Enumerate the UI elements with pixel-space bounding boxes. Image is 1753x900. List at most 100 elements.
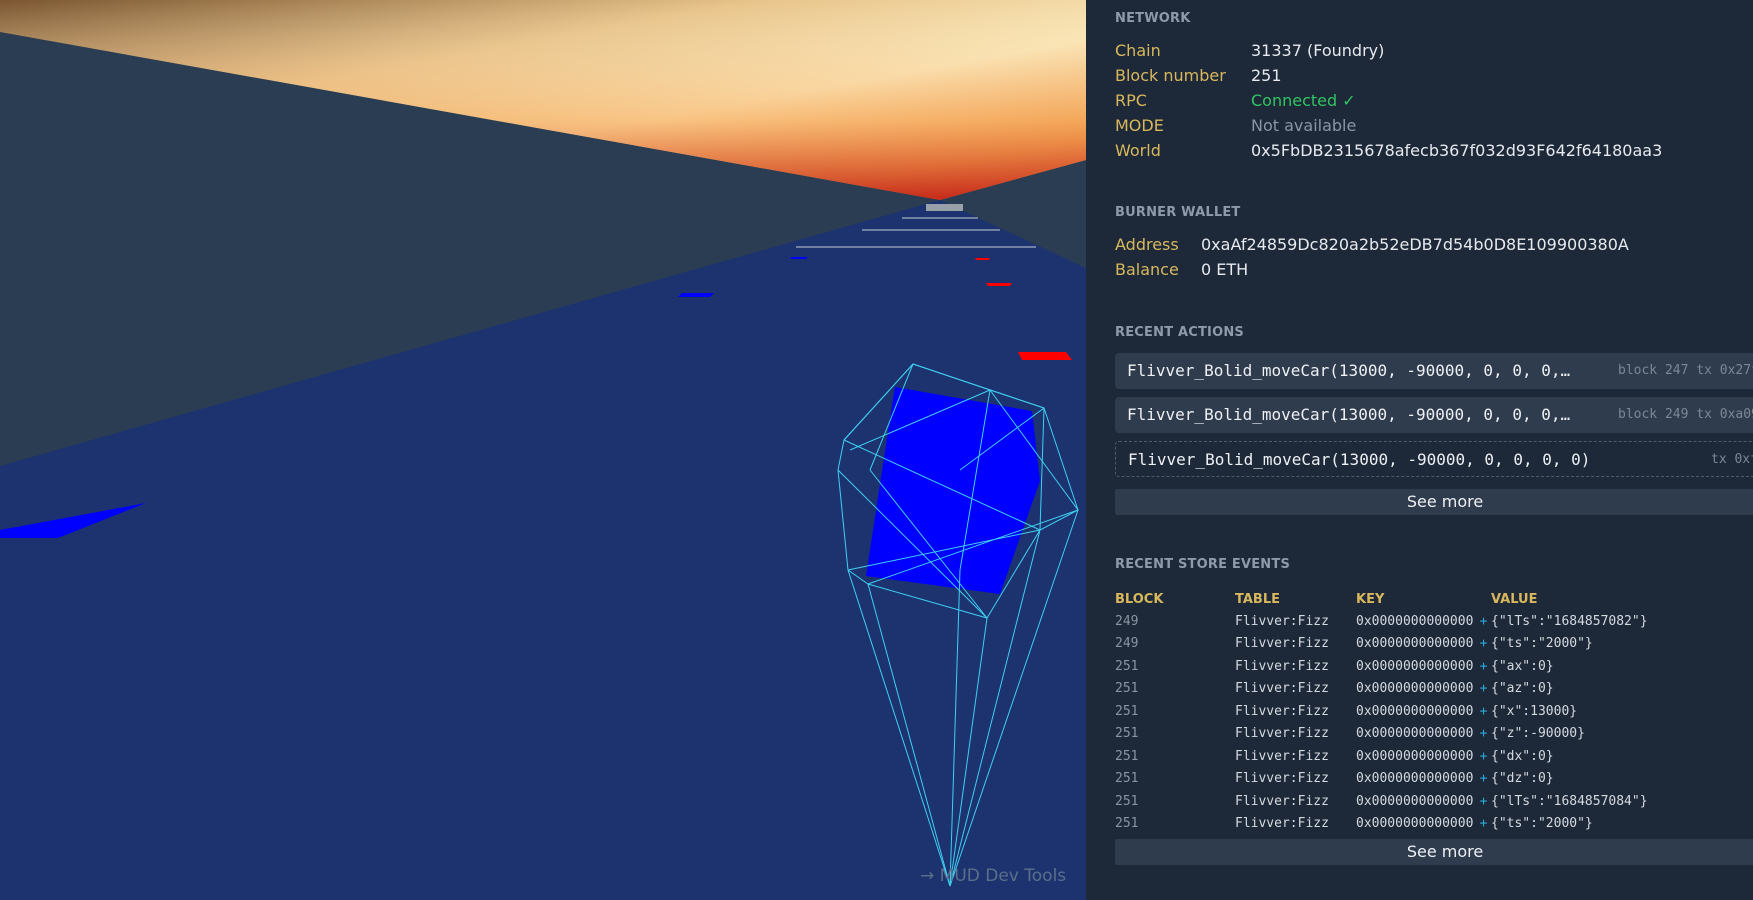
event-table: Flivver:Fizz: [1235, 681, 1329, 697]
event-row: 251 Flivver:Fizz 0x0000000000000 + {"az":0}: [1115, 678, 1735, 701]
road-tile-blue: [678, 293, 714, 297]
event-op: +: [1479, 613, 1488, 629]
event-value: {"az":0}: [1491, 681, 1554, 697]
event-op: +: [1479, 771, 1488, 787]
event-row: 251 Flivver:Fizz 0x0000000000000 + {"dx":0}: [1115, 745, 1735, 768]
event-block: 251: [1115, 726, 1139, 742]
col-key: KEY: [1356, 591, 1385, 607]
wallet-address-value: 0xaAf24859Dc820a2b52eDB7d54b0D8E10990038…: [1201, 235, 1629, 254]
network-labels: Chain Block number RPC MODE World: [1115, 38, 1226, 163]
event-value: {"ts":"2000"}: [1491, 816, 1593, 832]
event-table: Flivver:Fizz: [1235, 793, 1329, 809]
dev-tools-panel: NETWORK Chain Block number RPC MODE Worl…: [1086, 0, 1753, 900]
wallet-balance-value: 0 ETH: [1201, 260, 1249, 279]
event-op: +: [1479, 658, 1488, 674]
event-table: Flivver:Fizz: [1235, 658, 1329, 674]
event-block: 251: [1115, 816, 1139, 832]
wallet-labels: Address Balance: [1115, 232, 1179, 282]
event-table: Flivver:Fizz: [1235, 726, 1329, 742]
col-value: VALUE: [1491, 591, 1538, 607]
actions-see-more-button[interactable]: See more: [1115, 489, 1753, 515]
road-tile-blue: [790, 257, 808, 259]
event-table: Flivver:Fizz: [1235, 613, 1329, 629]
event-block: 251: [1115, 748, 1139, 764]
event-row: 251 Flivver:Fizz 0x0000000000000 + {"lTs":"1…: [1115, 790, 1735, 813]
action-item[interactable]: Flivver_Bolid_moveCar(13000, -90000, 0, …: [1115, 397, 1753, 433]
actions-heading: RECENT ACTIONS: [1115, 325, 1244, 340]
event-row: 249 Flivver:Fizz 0x0000000000000 + {"ts":"20…: [1115, 633, 1735, 656]
block-number-value: 251: [1251, 66, 1282, 85]
event-key: 0x0000000000000: [1356, 613, 1474, 629]
events-heading: RECENT STORE EVENTS: [1115, 557, 1291, 572]
event-key: 0x0000000000000: [1356, 658, 1474, 674]
action-call: Flivver_Bolid_moveCar(13000, -90000, 0, …: [1127, 405, 1579, 424]
event-key: 0x0000000000000: [1356, 771, 1474, 787]
event-key: 0x0000000000000: [1356, 816, 1474, 832]
event-row: 251 Flivver:Fizz 0x0000000000000 + {"ax":0}: [1115, 655, 1735, 678]
event-op: +: [1479, 748, 1488, 764]
event-row: 251 Flivver:Fizz 0x0000000000000 + {"x":1300…: [1115, 700, 1735, 723]
wallet-label-balance: Balance: [1115, 260, 1179, 279]
event-block: 251: [1115, 681, 1139, 697]
event-table: Flivver:Fizz: [1235, 771, 1329, 787]
event-op: +: [1479, 726, 1488, 742]
event-table: Flivver:Fizz: [1235, 816, 1329, 832]
event-op: +: [1479, 681, 1488, 697]
network-label-world: World: [1115, 141, 1161, 160]
rpc-status-value: Connected ✓: [1251, 91, 1356, 110]
network-values: 31337 (Foundry) 251 Connected ✓ Not avai…: [1251, 38, 1662, 163]
obstacle-red: [1018, 352, 1072, 360]
event-key: 0x0000000000000: [1356, 636, 1474, 652]
action-item[interactable]: Flivver_Bolid_moveCar(13000, -90000, 0, …: [1115, 353, 1753, 389]
event-row: 251 Flivver:Fizz 0x0000000000000 + {"ts":"20…: [1115, 813, 1735, 836]
event-value: {"x":13000}: [1491, 703, 1578, 719]
event-block: 251: [1115, 658, 1139, 674]
action-call: Flivver_Bolid_moveCar(13000, -90000, 0, …: [1128, 450, 1591, 469]
event-key: 0x0000000000000: [1356, 681, 1474, 697]
event-key: 0x0000000000000: [1356, 703, 1474, 719]
event-table: Flivver:Fizz: [1235, 748, 1329, 764]
event-block: 251: [1115, 703, 1139, 719]
event-row: 251 Flivver:Fizz 0x0000000000000 + {"dz":0}: [1115, 768, 1735, 791]
event-block: 249: [1115, 636, 1139, 652]
event-op: +: [1479, 816, 1488, 832]
event-value: {"z":-90000}: [1491, 726, 1585, 742]
event-value: {"lTs":"1684857084"}: [1491, 793, 1648, 809]
events-see-more-button[interactable]: See more: [1115, 839, 1753, 865]
event-op: +: [1479, 703, 1488, 719]
events-header-row: BLOCK TABLE KEY VALUE: [1115, 588, 1735, 610]
event-key: 0x0000000000000: [1356, 726, 1474, 742]
event-key: 0x0000000000000: [1356, 748, 1474, 764]
event-key: 0x0000000000000: [1356, 793, 1474, 809]
game-viewport[interactable]: → MUD Dev Tools: [0, 0, 1086, 900]
distant-gate: [926, 204, 963, 211]
network-label-chain: Chain: [1115, 41, 1161, 60]
devtools-toggle-label[interactable]: → MUD Dev Tools: [920, 866, 1066, 886]
event-block: 251: [1115, 793, 1139, 809]
event-value: {"ax":0}: [1491, 658, 1554, 674]
world-address-value: 0x5FbDB2315678afecb367f032d93F642f64180a…: [1251, 141, 1663, 160]
event-op: +: [1479, 793, 1488, 809]
action-item-pending[interactable]: Flivver_Bolid_moveCar(13000, -90000, 0, …: [1115, 441, 1753, 477]
network-label-rpc: RPC: [1115, 91, 1147, 110]
network-heading: NETWORK: [1115, 11, 1191, 26]
network-label-mode: MODE: [1115, 116, 1164, 135]
scene-canvas[interactable]: [0, 0, 1086, 900]
action-call: Flivver_Bolid_moveCar(13000, -90000, 0, …: [1127, 361, 1579, 380]
action-meta: tx 0xf39: [1711, 452, 1753, 467]
action-meta: block 249 tx 0xa09: [1618, 407, 1753, 422]
action-meta: block 247 tx 0x27f: [1618, 363, 1753, 378]
wallet-label-address: Address: [1115, 235, 1179, 254]
wallet-values: 0xaAf24859Dc820a2b52eDB7d54b0D8E10990038…: [1201, 232, 1629, 282]
mode-value: Not available: [1251, 116, 1357, 135]
event-row: 249 Flivver:Fizz 0x0000000000000 + {"lTs":"1…: [1115, 610, 1735, 633]
obstacle-red: [986, 283, 1012, 286]
event-row: 251 Flivver:Fizz 0x0000000000000 + {"z":-900…: [1115, 723, 1735, 746]
store-events-table: BLOCK TABLE KEY VALUE 249 Flivver:Fizz 0x0…: [1115, 588, 1735, 835]
col-table: TABLE: [1235, 591, 1280, 607]
event-block: 249: [1115, 613, 1139, 629]
event-table: Flivver:Fizz: [1235, 636, 1329, 652]
event-value: {"dx":0}: [1491, 748, 1554, 764]
wallet-heading: BURNER WALLET: [1115, 205, 1241, 220]
event-table: Flivver:Fizz: [1235, 703, 1329, 719]
